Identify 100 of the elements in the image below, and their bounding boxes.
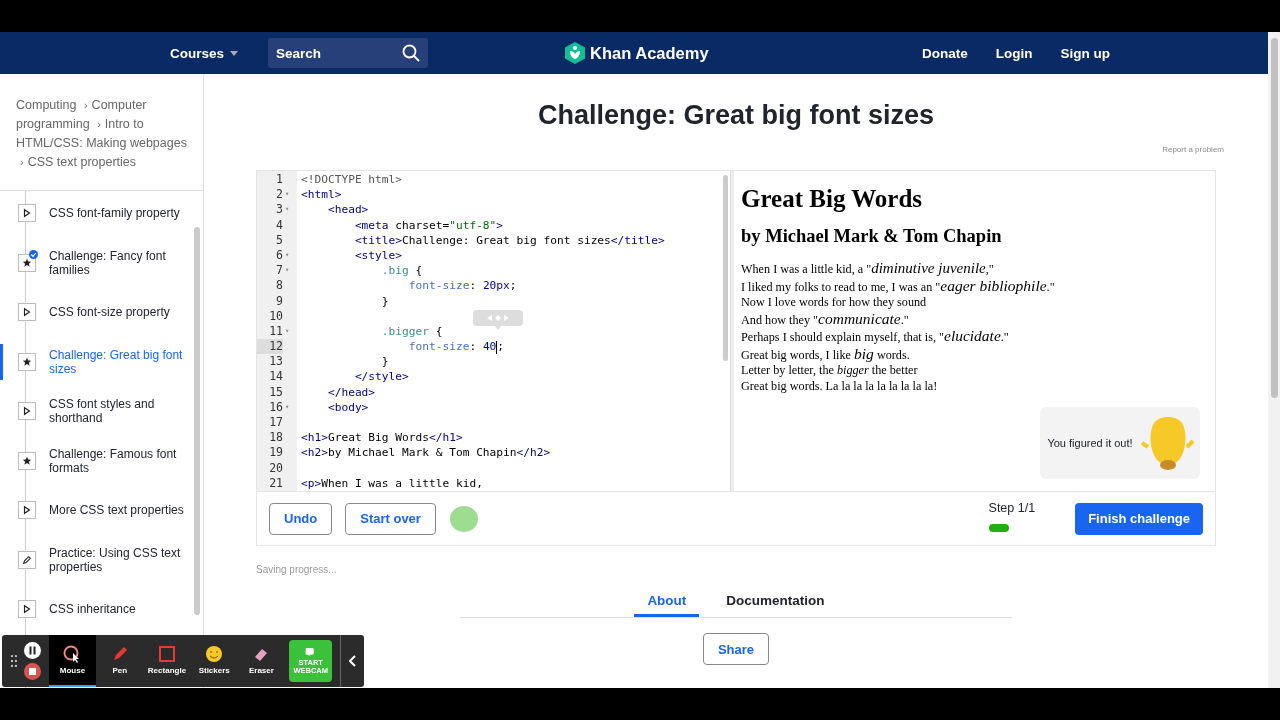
step-counter: Step 1/1 [988, 501, 1036, 515]
line-number: 9 [275, 293, 283, 309]
toolbar-tool[interactable]: Mouse [48, 635, 97, 687]
chevron-left-icon [348, 655, 357, 667]
line-number: 17 [268, 415, 283, 431]
play-icon [22, 307, 32, 317]
toolbar-tool[interactable]: Stickers [190, 635, 238, 687]
line-number: 19 [268, 445, 283, 461]
lesson-item[interactable]: Practice: Using CSS text properties [0, 545, 203, 574]
line-number: 6 [275, 247, 283, 264]
poem-line: Letter by letter, the bigger the better [741, 363, 919, 379]
lesson-item[interactable]: Challenge: Famous font formats [0, 446, 203, 475]
finish-challenge-button[interactable]: Finish challenge [1075, 502, 1203, 535]
code-line: <title>Challenge: Great big font sizes</title> [353, 232, 666, 248]
leaf-logo-icon [565, 42, 585, 64]
code-line: </style> [353, 369, 410, 385]
code-line: <html> [300, 187, 343, 203]
drag-handle-icon[interactable] [10, 654, 18, 668]
code-line: font-size: 20px; [407, 278, 518, 294]
line-number: 21 [268, 475, 283, 491]
editor-button[interactable]: Start over [345, 502, 436, 535]
preview-subheading: by Michael Mark & Tom Chapin [741, 226, 1003, 247]
poem-line: Perhaps I should explain myself, that is, "elucidate." [741, 328, 1010, 346]
lesson-item[interactable]: CSS font-family property [0, 199, 203, 227]
cursor-circle-icon [63, 645, 82, 663]
report-link[interactable]: Report a problem [1162, 145, 1224, 154]
line-number: 1 [275, 172, 283, 188]
play-icon [22, 208, 32, 218]
code-line: font-size: 40; [407, 339, 506, 355]
courses-menu[interactable]: Courses [170, 45, 239, 61]
header-link[interactable]: Sign up [1060, 45, 1110, 61]
header-link[interactable]: Donate [922, 45, 968, 61]
line-number: 10 [268, 308, 283, 324]
breadcrumb-trail[interactable]: Computing › Computer programming › Intro to HTML/CSS: Making webpages › CSS text properties [0, 74, 203, 191]
number-scrubber-icon [473, 310, 523, 330]
stop-icon[interactable] [23, 663, 41, 680]
lesson-item[interactable]: CSS inheritance [0, 595, 203, 623]
code-line: </head> [326, 384, 377, 400]
line-number: 7 [275, 263, 283, 279]
tab[interactable]: Documentation [713, 587, 838, 617]
caret-icon [230, 50, 239, 56]
code-line: } [380, 354, 390, 370]
saving-status: Saving progress... [256, 564, 337, 575]
lesson-item[interactable]: Challenge: Fancy font families [0, 248, 203, 277]
editor-button[interactable]: Undo [269, 502, 333, 535]
line-number: 14 [268, 369, 283, 385]
play-icon [22, 604, 32, 614]
page-title: Challenge: Great big font sizes [537, 100, 935, 131]
line-number: 5 [275, 232, 283, 248]
search-field[interactable]: Search [268, 38, 429, 68]
code-line: <h2>by Michael Mark & Tom Chapin</h2> [300, 445, 552, 461]
site-logo-text[interactable]: Khan Academy [590, 43, 709, 63]
search-icon [402, 44, 421, 62]
share-button[interactable]: Share [702, 633, 770, 665]
code-line: <head> [326, 202, 370, 218]
line-number: 16 [268, 399, 283, 415]
poem-line: When I was a little kid, a "diminutive juvenile," [741, 261, 995, 278]
star-icon [22, 455, 32, 466]
toolbar-tool[interactable]: Pen [96, 635, 144, 687]
lesson-item[interactable]: CSS font styles and shorthand [0, 397, 203, 425]
line-number: 3 [275, 202, 283, 218]
tab[interactable]: About [634, 587, 700, 617]
line-number: 8 [275, 278, 283, 294]
star-icon [22, 356, 32, 367]
line-number: 20 [268, 460, 283, 476]
line-number: 12 [257, 339, 283, 355]
code-line: <body> [326, 399, 370, 415]
rectangle-icon [157, 645, 176, 663]
page-scrollbar[interactable] [1268, 32, 1280, 688]
toolbar-tool[interactable]: Rectangle [143, 635, 191, 687]
code-line: <!DOCTYPE html> [300, 172, 404, 188]
line-number: 2 [275, 187, 283, 203]
code-scrollbar-thumb[interactable] [723, 175, 728, 361]
pause-icon[interactable] [23, 642, 41, 659]
toast-message: You figured it out! [1046, 435, 1134, 451]
line-number: 4 [275, 217, 283, 233]
lesson-item[interactable]: More CSS text properties [0, 496, 203, 524]
header-link[interactable]: Login [995, 45, 1033, 61]
line-number: 18 [268, 430, 283, 446]
scrollbar-thumb[interactable] [1271, 38, 1278, 398]
preview-heading: Great Big Words [741, 185, 924, 213]
toolbar-tool[interactable]: Eraser [237, 635, 286, 687]
code-editor[interactable] [257, 171, 731, 491]
sidebar-scrollbar-thumb[interactable] [194, 227, 200, 615]
line-number: 15 [268, 384, 283, 400]
code-line: } [380, 293, 390, 309]
play-icon [22, 505, 32, 515]
code-line: <meta charset="utf-8"> [353, 217, 505, 233]
play-icon [22, 406, 32, 416]
code-line: <p>When I was a little kid, [300, 475, 484, 491]
smiley-icon [205, 645, 224, 663]
poem-line: I liked my folks to read to me, I was an "eager bibliophile." [741, 277, 1056, 295]
lesson-item[interactable]: CSS font-size property [0, 298, 203, 326]
code-line: <style> [353, 247, 404, 264]
code-line: .big { [380, 263, 424, 279]
line-number: 11 [268, 323, 283, 340]
blob-icon [448, 504, 479, 533]
code-line: <h1>Great Big Words</h1> [300, 430, 464, 446]
poem-line: Great big words, I like big words. [741, 345, 911, 363]
pencil-icon [22, 554, 32, 565]
